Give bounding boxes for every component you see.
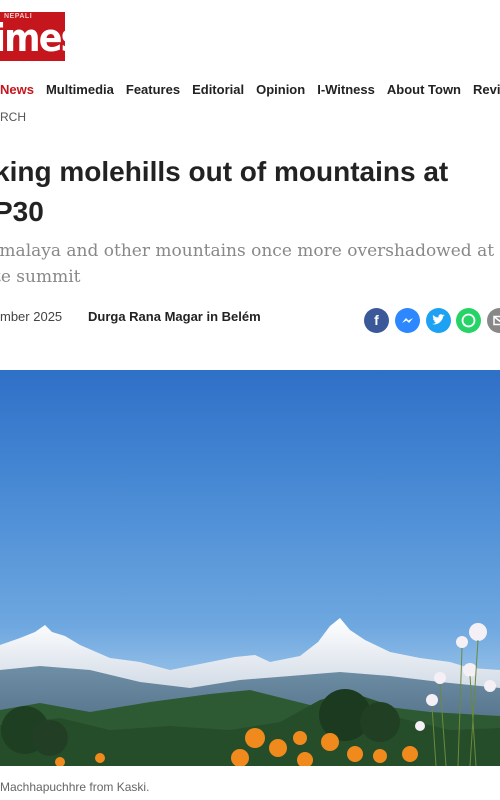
email-icon[interactable]: [487, 308, 500, 333]
nav-item-about-town[interactable]: About Town: [387, 82, 461, 97]
twitter-icon[interactable]: [426, 308, 451, 333]
article-author[interactable]: Durga Rana Magar in Belém: [88, 309, 261, 324]
nav-item-reviews[interactable]: Revi: [473, 82, 500, 97]
nav-item-news[interactable]: News: [0, 82, 34, 97]
site-logo[interactable]: NEPALI imes: [0, 12, 65, 61]
nav-item-opinion[interactable]: Opinion: [256, 82, 305, 97]
subhead-line-2: te summit: [0, 267, 81, 287]
article-subhead: imalaya and other mountains once more ov…: [0, 238, 500, 290]
facebook-icon[interactable]: f: [364, 308, 389, 333]
article-headline: king molehills out of mountains at P30: [0, 152, 500, 232]
nav-item-features[interactable]: Features: [126, 82, 180, 97]
headline-line-2: P30: [0, 196, 44, 227]
breadcrumb[interactable]: RCH: [0, 110, 26, 124]
hero-image: [0, 370, 500, 766]
main-nav: News Multimedia Features Editorial Opinion I-…: [0, 82, 500, 97]
whatsapp-icon[interactable]: [456, 308, 481, 333]
headline-line-1: king molehills out of mountains at: [0, 156, 449, 187]
article-date: mber 2025: [0, 309, 63, 324]
nav-item-multimedia[interactable]: Multimedia: [46, 82, 114, 97]
nav-item-editorial[interactable]: Editorial: [192, 82, 244, 97]
image-caption: Machhapuchhre from Kaski.: [0, 780, 150, 794]
mountain-landscape-image: [0, 618, 500, 766]
logo-text: imes: [0, 16, 65, 60]
subhead-line-1: imalaya and other mountains once more ov…: [0, 241, 500, 261]
nav-item-i-witness[interactable]: I-Witness: [317, 82, 375, 97]
messenger-icon[interactable]: [395, 308, 420, 333]
